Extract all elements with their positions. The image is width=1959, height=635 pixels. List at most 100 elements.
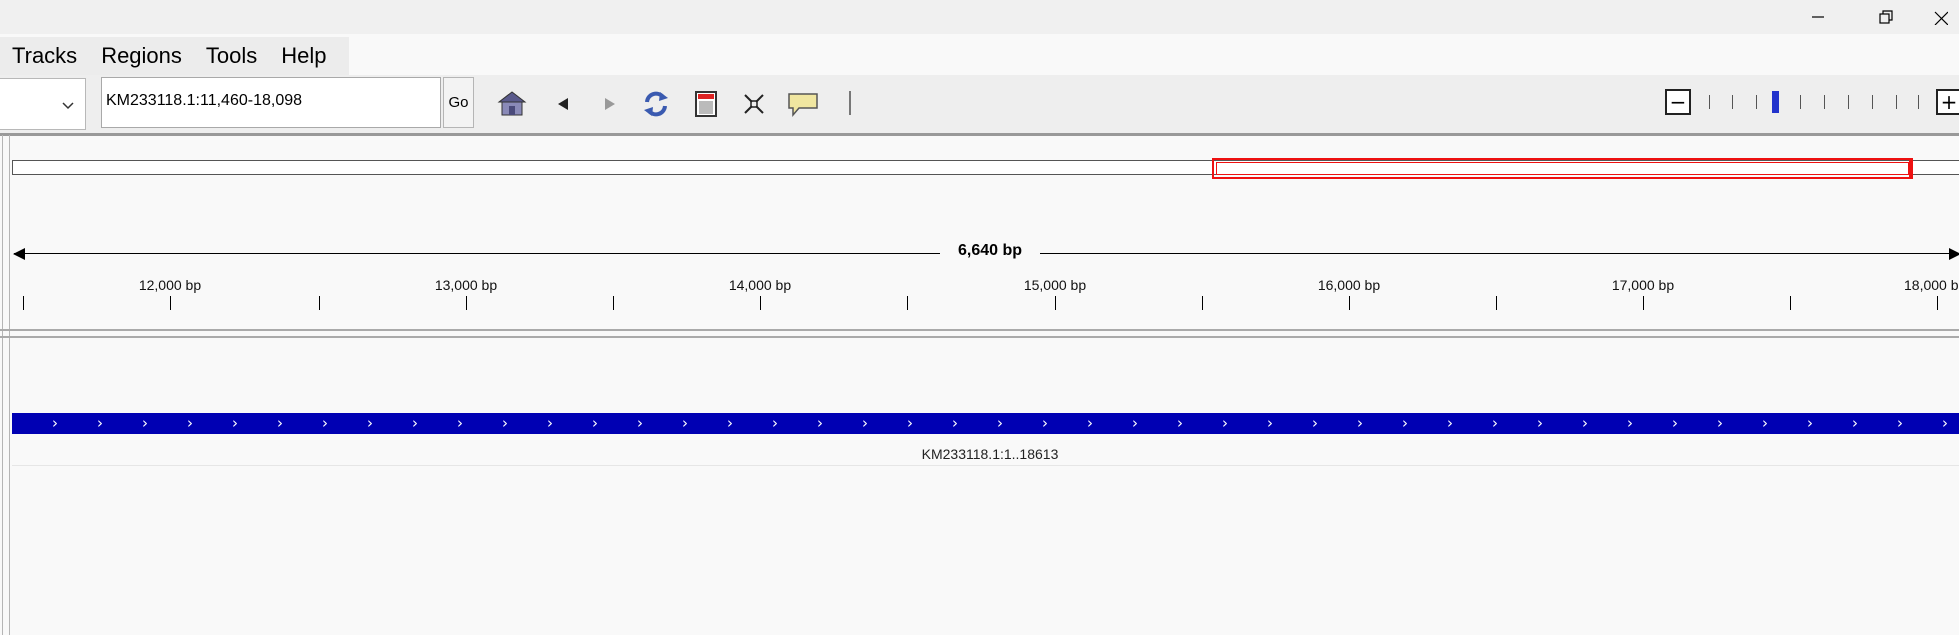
restore-icon[interactable] (1852, 0, 1920, 34)
strand-arrow-icon: › (1762, 414, 1768, 432)
menu-tools[interactable]: Tools (194, 43, 269, 69)
strand-arrow-icon: › (1942, 414, 1948, 432)
strand-arrow-icon: › (1312, 414, 1318, 432)
ruler-tick (1202, 296, 1203, 310)
menu-regions[interactable]: Regions (89, 43, 194, 69)
title-bar (0, 0, 1959, 34)
strand-arrow-icon: › (907, 414, 913, 432)
zoom-level-tick[interactable] (1918, 95, 1919, 109)
strand-arrow-icon: › (817, 414, 823, 432)
strand-arrow-icon: › (997, 414, 1003, 432)
strand-arrow-icon: › (1807, 414, 1813, 432)
zoom-level-current[interactable] (1772, 91, 1779, 113)
strand-arrow-icon: › (1042, 414, 1048, 432)
strand-arrow-icon: › (727, 414, 733, 432)
refresh-icon[interactable] (640, 88, 672, 120)
current-region-highlight-edge (1909, 158, 1913, 179)
strand-arrow-icon: › (1537, 414, 1543, 432)
zoom-in-button[interactable]: + (1936, 89, 1959, 115)
ruler-tick-label: 17,000 bp (1611, 277, 1675, 293)
strand-arrow-icon: › (772, 414, 778, 432)
ruler-tick (1055, 296, 1056, 310)
strand-arrow-icon: › (862, 414, 868, 432)
strand-arrow-icon: › (1267, 414, 1273, 432)
close-icon[interactable] (1920, 0, 1959, 34)
strand-arrow-icon: › (277, 414, 283, 432)
ruler-tick (613, 296, 614, 310)
ruler-tick (1937, 296, 1938, 310)
zoom-level-tick[interactable] (1800, 95, 1801, 109)
panel-divider (0, 336, 1959, 338)
ruler-tick-label: 13,000 bp (434, 277, 498, 293)
region-of-interest-icon[interactable] (690, 88, 722, 120)
strand-arrow-icon: › (52, 414, 58, 432)
minus-icon: − (1669, 90, 1687, 114)
strand-arrow-icon: › (1582, 414, 1588, 432)
strand-arrow-icon: › (682, 414, 688, 432)
zoom-level-tick[interactable] (1848, 95, 1849, 109)
minimize-icon[interactable] (1784, 0, 1852, 34)
current-region-highlight[interactable] (1212, 158, 1913, 179)
menu-bar: Tracks Regions Tools Help (0, 37, 349, 75)
strand-arrow-icon: › (547, 414, 553, 432)
ruler-tick-label: 18,000 b (1904, 277, 1959, 293)
popup-info-icon[interactable] (787, 88, 819, 120)
strand-arrow-icon: › (322, 414, 328, 432)
strand-arrow-icon: › (1357, 414, 1363, 432)
locus-input[interactable]: KM233118.1:11,460-18,098 (101, 77, 441, 128)
ruler-tick-label: 15,000 bp (1023, 277, 1087, 293)
zoom-level-tick[interactable] (1732, 95, 1733, 109)
strand-arrow-icon: › (1177, 414, 1183, 432)
ruler-tick (170, 296, 171, 310)
strand-arrow-icon: › (1132, 414, 1138, 432)
panel-border (2, 135, 3, 635)
ruler-tick (1349, 296, 1350, 310)
strand-arrow-icon: › (367, 414, 373, 432)
forward-icon[interactable] (594, 88, 626, 120)
genome-dropdown[interactable] (0, 78, 86, 130)
strand-arrow-icon: › (637, 414, 643, 432)
ruler-tick (23, 296, 24, 310)
back-icon[interactable] (547, 88, 579, 120)
toolbar: KM233118.1:11,460-18,098 Go − + (0, 75, 1959, 133)
ruler-tick (907, 296, 908, 310)
strand-arrow-icon: › (1222, 414, 1228, 432)
strand-arrow-icon: › (1402, 414, 1408, 432)
zoom-out-button[interactable]: − (1665, 89, 1691, 115)
zoom-level-tick[interactable] (1872, 95, 1873, 109)
strand-arrow-icon: › (502, 414, 508, 432)
strand-arrow-icon: › (592, 414, 598, 432)
arrow-right-icon (1949, 248, 1959, 260)
track-separator (12, 465, 1959, 466)
sequence-feature[interactable] (12, 413, 1959, 434)
feature-label: KM233118.1:1..18613 (921, 446, 1059, 462)
menu-tracks[interactable]: Tracks (0, 43, 89, 69)
panel-border (9, 135, 10, 635)
zoom-level-tick[interactable] (1824, 95, 1825, 109)
toolbar-separator (849, 91, 851, 115)
zoom-level-tick[interactable] (1756, 95, 1757, 109)
zoom-level-tick[interactable] (1896, 95, 1897, 109)
strand-arrow-icon: › (457, 414, 463, 432)
strand-arrow-icon: › (1087, 414, 1093, 432)
strand-arrow-icon: › (187, 414, 193, 432)
strand-arrow-icon: › (412, 414, 418, 432)
strand-arrow-icon: › (1717, 414, 1723, 432)
strand-arrow-icon: › (1852, 414, 1858, 432)
strand-arrow-icon: › (952, 414, 958, 432)
menu-help[interactable]: Help (269, 43, 338, 69)
ruler-tick (1790, 296, 1791, 310)
ruler-tick-label: 12,000 bp (138, 277, 202, 293)
home-icon[interactable] (496, 88, 528, 120)
ruler-tick (1643, 296, 1644, 310)
zoom-level-tick[interactable] (1709, 95, 1710, 109)
strand-arrow-icon: › (97, 414, 103, 432)
ruler-tick (760, 296, 761, 310)
ruler-tick-label: 16,000 bp (1317, 277, 1381, 293)
strand-arrow-icon: › (1492, 414, 1498, 432)
go-button[interactable]: Go (443, 77, 474, 128)
panel-divider (0, 133, 1959, 136)
chevron-down-icon (61, 91, 75, 117)
strand-arrow-icon: › (1897, 414, 1903, 432)
fit-to-window-icon[interactable] (738, 88, 770, 120)
